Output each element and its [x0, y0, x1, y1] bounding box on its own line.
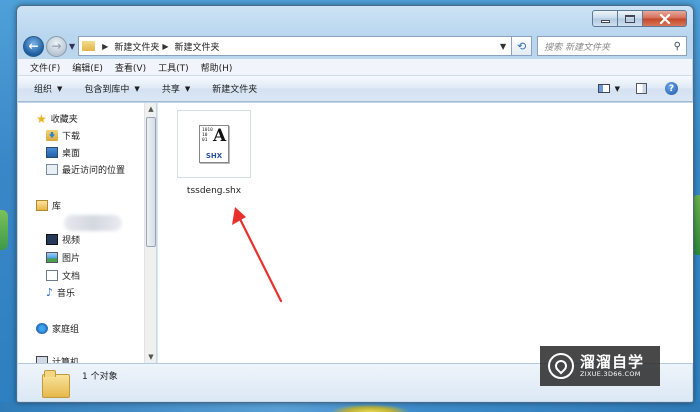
watermark-title: 溜溜自学 — [580, 352, 645, 371]
include-in-library-label: 包含到库中 — [84, 85, 130, 95]
pictures-icon — [46, 252, 58, 263]
share-button[interactable]: 共享 ▼ — [161, 82, 191, 96]
back-arrow-icon: ← — [28, 39, 39, 53]
new-folder-label: 新建文件夹 — [212, 85, 258, 95]
maximize-button[interactable] — [618, 10, 643, 27]
homegroup-icon — [36, 323, 48, 334]
search-placeholder: 搜索 新建文件夹 — [544, 42, 611, 53]
sidebar-item-computer[interactable]: 计算机 — [36, 355, 79, 363]
change-view-icon[interactable] — [597, 84, 610, 93]
chevron-down-icon: ▼ — [134, 84, 140, 93]
computer-icon — [36, 356, 48, 363]
desktop-icon — [46, 147, 58, 158]
refresh-icon: ⟲ — [517, 39, 527, 53]
sidebar-item-label: 下载 — [62, 132, 81, 142]
view-options-chevron-icon[interactable]: ▼ — [615, 85, 620, 93]
close-button[interactable] — [643, 10, 687, 27]
sidebar-item-videos[interactable]: 视频 — [46, 233, 80, 246]
scrollbar-thumb[interactable] — [146, 117, 156, 247]
annotation-arrow — [232, 207, 283, 303]
new-folder-button[interactable]: 新建文件夹 — [212, 82, 257, 95]
menu-tools[interactable]: 工具(T) — [158, 61, 189, 74]
libraries-icon — [36, 200, 48, 211]
watermark-logo-icon — [548, 353, 574, 379]
desktop-wallpaper-flower — [330, 404, 410, 412]
forward-button[interactable]: → — [46, 35, 67, 57]
scroll-down-icon[interactable]: ▼ — [145, 351, 157, 363]
sidebar-item-libraries[interactable]: 库 — [36, 199, 61, 212]
recent-pages-dropdown[interactable]: ▼ — [69, 42, 75, 51]
explorer-window: ← → ▼ ▶ 新建文件夹 ▶ 新建文件夹 ▼ ⟲ 搜索 新建文件夹 ⚲ 文件(… — [16, 5, 694, 403]
sidebar-item-pictures[interactable]: 图片 — [46, 251, 80, 264]
sidebar-item-favorites[interactable]: ★ 收藏夹 — [36, 111, 78, 126]
address-row: ← → ▼ ▶ 新建文件夹 ▶ 新建文件夹 ▼ ⟲ 搜索 新建文件夹 ⚲ — [23, 33, 687, 59]
sidebar-item-label: 音乐 — [57, 289, 76, 299]
forward-arrow-icon: → — [51, 39, 62, 53]
breadcrumb-chevron-icon[interactable]: ▶ — [102, 42, 108, 51]
window-controls — [592, 10, 687, 27]
help-icon[interactable]: ? — [665, 82, 678, 95]
sidebar-item-music[interactable]: ♪ 音乐 — [46, 286, 75, 299]
address-dropdown-icon[interactable]: ▼ — [495, 42, 511, 51]
menu-file[interactable]: 文件(F) — [30, 61, 60, 74]
status-text: 1 个对象 — [82, 372, 118, 382]
search-input[interactable]: 搜索 新建文件夹 ⚲ — [537, 36, 687, 56]
documents-icon — [46, 270, 58, 281]
sidebar-item-label: 库 — [52, 202, 62, 212]
menu-view[interactable]: 查看(V) — [115, 61, 146, 74]
sidebar-item-homegroup[interactable]: 家庭组 — [36, 322, 79, 335]
minimize-button[interactable] — [592, 10, 618, 27]
desktop-wallpaper-left — [0, 210, 8, 250]
breadcrumb-item[interactable]: 新建文件夹 — [114, 40, 159, 53]
folder-icon — [42, 369, 70, 398]
preview-pane-icon[interactable] — [636, 83, 647, 94]
sidebar-item-label: 家庭组 — [52, 325, 80, 335]
sidebar-item-documents[interactable]: 文档 — [46, 269, 80, 282]
sidebar-item-label: 视频 — [62, 236, 81, 246]
sidebar-item-desktop[interactable]: 桌面 — [46, 146, 80, 159]
menu-bar: 文件(F) 编辑(E) 查看(V) 工具(T) 帮助(H) — [18, 59, 692, 76]
sidebar-item-label: 最近访问的位置 — [62, 166, 126, 176]
navigation-scrollbar[interactable]: ▲ ▼ — [144, 103, 156, 363]
sidebar-item-label: 收藏夹 — [50, 115, 78, 125]
videos-icon — [46, 234, 58, 245]
breadcrumb-chevron-icon[interactable]: ▶ — [162, 42, 168, 51]
blurred-item — [64, 215, 122, 231]
command-bar: 组织 ▼ 包含到库中 ▼ 共享 ▼ 新建文件夹 ▼ ? — [18, 76, 692, 102]
sidebar-item-downloads[interactable]: 下载 — [46, 129, 80, 142]
share-label: 共享 — [161, 85, 180, 95]
organize-label: 组织 — [34, 85, 53, 95]
menu-edit[interactable]: 编辑(E) — [72, 61, 103, 74]
include-in-library-button[interactable]: 包含到库中 ▼ — [84, 82, 140, 96]
sidebar-item-label: 文档 — [62, 272, 81, 282]
minimize-icon — [600, 20, 610, 23]
navigation-pane: ★ 收藏夹 下载 桌面 最近访问的位置 库 视频 图片 文档 ♪ 音乐 家庭组 … — [18, 103, 144, 363]
refresh-button[interactable]: ⟲ — [512, 36, 533, 56]
music-icon: ♪ — [46, 286, 54, 299]
sidebar-item-recent[interactable]: 最近访问的位置 — [46, 163, 125, 176]
star-icon: ★ — [36, 111, 47, 126]
watermark: 溜溜自学 ZIXUE.3D66.COM — [540, 346, 660, 386]
breadcrumb-item[interactable]: 新建文件夹 — [174, 40, 219, 53]
close-icon — [659, 13, 670, 24]
folder-icon — [82, 41, 96, 51]
chevron-down-icon: ▼ — [57, 84, 63, 93]
search-icon[interactable]: ⚲ — [674, 41, 681, 52]
downloads-icon — [46, 130, 58, 141]
sidebar-item-label: 桌面 — [62, 149, 81, 159]
maximize-icon — [625, 14, 635, 23]
view-controls: ▼ ? — [597, 82, 678, 95]
file-list: 1010 10 01 A SHX tssdeng.shx — [157, 103, 693, 363]
organize-button[interactable]: 组织 ▼ — [34, 82, 63, 96]
scroll-up-icon[interactable]: ▲ — [145, 103, 157, 115]
address-bar[interactable]: ▶ 新建文件夹 ▶ 新建文件夹 ▼ — [78, 36, 513, 56]
recent-places-icon — [46, 164, 58, 175]
menu-help[interactable]: 帮助(H) — [201, 61, 233, 74]
sidebar-item-label: 图片 — [62, 254, 81, 264]
watermark-url: ZIXUE.3D66.COM — [580, 369, 641, 378]
back-button[interactable]: ← — [23, 35, 44, 57]
chevron-down-icon: ▼ — [184, 84, 191, 93]
sidebar-item-label: 计算机 — [52, 358, 80, 363]
